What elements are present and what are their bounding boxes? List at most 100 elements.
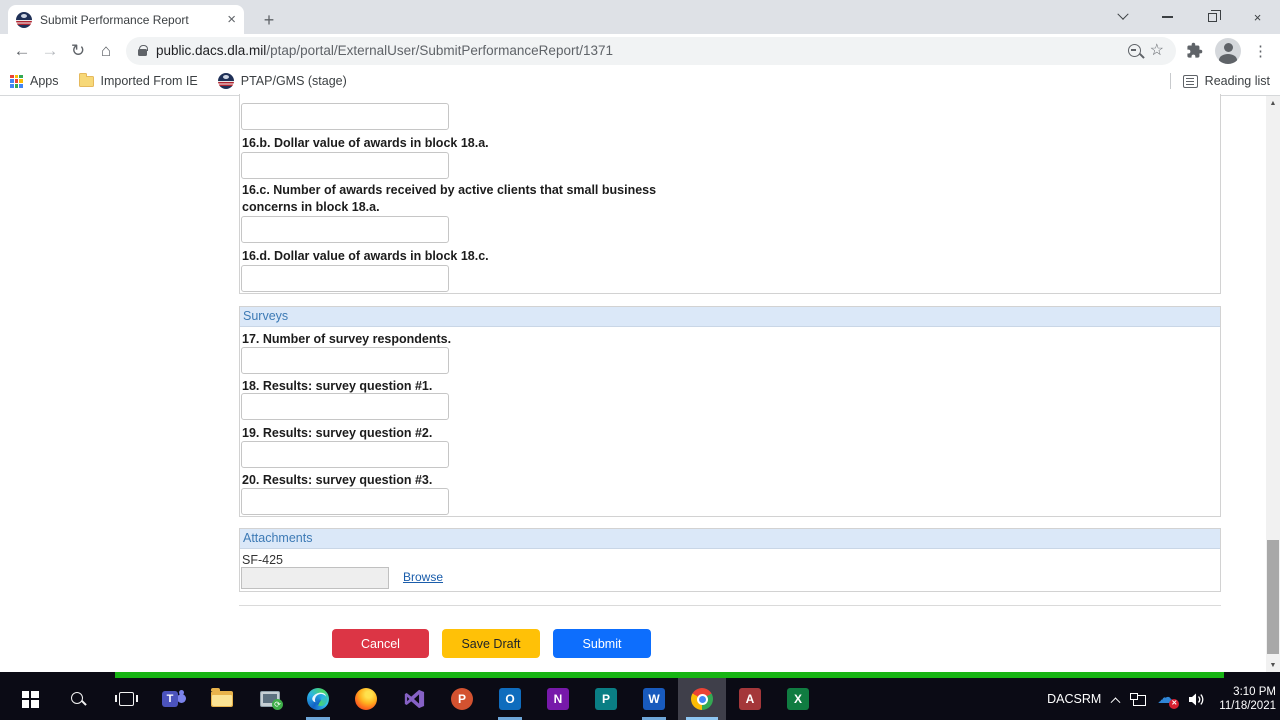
- browser-tab[interactable]: Submit Performance Report ×: [8, 5, 244, 34]
- publisher-icon: P: [595, 688, 617, 710]
- ptap-favicon-icon: [217, 73, 234, 89]
- tab-search-button[interactable]: [1100, 0, 1145, 34]
- tray-time: 3:10 PM: [1233, 686, 1276, 698]
- access-icon: A: [739, 688, 761, 710]
- tab-strip: Submit Performance Report × + ×: [0, 0, 1280, 34]
- chrome-icon: [691, 688, 713, 710]
- network-icon[interactable]: [1130, 692, 1147, 706]
- onenote-icon: N: [547, 688, 569, 710]
- task-view-button[interactable]: [102, 678, 150, 720]
- taskbar-publisher[interactable]: P: [582, 678, 630, 720]
- url-text[interactable]: public.dacs.dla.mil/ptap/portal/External…: [156, 43, 1119, 58]
- tray-app-label[interactable]: DACSRM: [1047, 692, 1101, 706]
- system-tray: DACSRM ☁ ✕ 3:10 PM 11/18/2021: [1047, 678, 1276, 720]
- url-domain: public.dacs.dla.mil: [156, 43, 267, 58]
- taskbar-outlook[interactable]: O: [486, 678, 534, 720]
- bookmark-apps-label: Apps: [30, 74, 59, 88]
- scroll-up-arrow[interactable]: ▲: [1266, 96, 1280, 110]
- surveys-section: Surveys 17. Number of survey respondents…: [239, 306, 1221, 517]
- edge-icon: [307, 688, 329, 710]
- attachments-section-header: Attachments: [240, 529, 1220, 549]
- awards-section: 16.b. Dollar value of awards in block 18…: [239, 94, 1221, 294]
- survey-q19-input[interactable]: [241, 441, 449, 468]
- bookmark-imported-folder[interactable]: Imported From IE: [78, 73, 198, 88]
- site-favicon-icon: [16, 11, 32, 28]
- scrollbar[interactable]: ▲ ▼: [1266, 96, 1280, 672]
- home-button[interactable]: ⌂: [92, 37, 120, 65]
- survey-q19-label: 19. Results: survey question #2.: [242, 426, 433, 440]
- taskbar-icons: T P O N P W A X: [6, 678, 822, 720]
- awards-field-c-label: 16.c. Number of awards received by activ…: [242, 183, 657, 214]
- survey-q20-label: 20. Results: survey question #3.: [242, 473, 433, 487]
- window-controls: ×: [1100, 0, 1280, 34]
- extensions-puzzle-icon[interactable]: [1186, 42, 1203, 59]
- teams-icon: T: [162, 689, 186, 709]
- chevron-down-icon: [1116, 8, 1129, 20]
- back-button[interactable]: ←: [8, 37, 36, 65]
- zoom-out-indicator-icon[interactable]: [1127, 44, 1141, 57]
- tab-close-icon[interactable]: ×: [227, 12, 236, 27]
- taskbar-teams[interactable]: T: [150, 678, 198, 720]
- taskbar-onenote[interactable]: N: [534, 678, 582, 720]
- bookmark-apps[interactable]: Apps: [10, 74, 59, 88]
- toolbar-right: ⋮: [1182, 37, 1272, 64]
- address-bar[interactable]: public.dacs.dla.mil/ptap/portal/External…: [126, 36, 1176, 65]
- awards-field-b-input[interactable]: [241, 152, 449, 179]
- section-divider: [239, 605, 1221, 606]
- tab-title: Submit Performance Report: [40, 12, 189, 27]
- bookmark-star-icon[interactable]: ☆: [1150, 42, 1164, 59]
- firefox-icon: [355, 688, 377, 710]
- excel-icon: X: [787, 688, 809, 710]
- file-explorer-icon: [211, 688, 233, 707]
- tray-clock[interactable]: 3:10 PM 11/18/2021: [1219, 685, 1276, 713]
- attachments-section: Attachments SF-425 Browse: [239, 528, 1221, 592]
- taskbar-access[interactable]: A: [726, 678, 774, 720]
- save-draft-button[interactable]: Save Draft: [442, 629, 540, 658]
- taskbar-visual-studio[interactable]: [390, 678, 438, 720]
- lock-icon[interactable]: [138, 44, 148, 56]
- tray-chevron-up-icon[interactable]: [1110, 696, 1121, 707]
- taskbar-chrome[interactable]: [678, 678, 726, 720]
- scrollbar-thumb[interactable]: [1267, 540, 1279, 654]
- forward-button[interactable]: →: [36, 37, 64, 65]
- page-viewport: 16.b. Dollar value of awards in block 18…: [0, 94, 1280, 672]
- taskbar-excel[interactable]: X: [774, 678, 822, 720]
- awards-field-b-label: 16.b. Dollar value of awards in block 18…: [242, 136, 489, 150]
- reload-button[interactable]: ↻: [64, 37, 92, 65]
- taskbar-word[interactable]: W: [630, 678, 678, 720]
- taskbar-powerpoint[interactable]: P: [438, 678, 486, 720]
- taskbar-edge[interactable]: [294, 678, 342, 720]
- submit-button[interactable]: Submit: [553, 629, 651, 658]
- search-icon: [70, 691, 86, 707]
- awards-field-a-input[interactable]: [241, 103, 449, 130]
- onedrive-error-icon[interactable]: ☁ ✕: [1157, 688, 1180, 709]
- restore-button[interactable]: [1190, 0, 1235, 34]
- minimize-button[interactable]: [1145, 0, 1190, 34]
- survey-q17-input[interactable]: [241, 347, 449, 374]
- taskbar-file-explorer[interactable]: [198, 678, 246, 720]
- survey-q18-input[interactable]: [241, 393, 449, 420]
- new-tab-button[interactable]: +: [256, 7, 282, 33]
- powerpoint-icon: P: [451, 688, 473, 710]
- browser-menu-icon[interactable]: ⋮: [1253, 42, 1268, 60]
- surveys-section-header: Surveys: [240, 307, 1220, 327]
- awards-field-c-input[interactable]: [241, 216, 449, 243]
- survey-q20-input[interactable]: [241, 488, 449, 515]
- scroll-down-arrow[interactable]: ▼: [1266, 658, 1280, 672]
- taskbar-firefox[interactable]: [342, 678, 390, 720]
- browse-link[interactable]: Browse: [403, 570, 443, 584]
- cancel-button[interactable]: Cancel: [332, 629, 429, 658]
- awards-field-d-input[interactable]: [241, 265, 449, 292]
- bookmark-ptap-label: PTAP/GMS (stage): [240, 74, 347, 88]
- restore-icon: [1208, 9, 1221, 22]
- windows-logo-icon: [21, 690, 39, 708]
- start-button[interactable]: [6, 678, 54, 720]
- taskbar-remote-desktop[interactable]: [246, 678, 294, 720]
- reading-list-button[interactable]: Reading list: [1182, 74, 1270, 88]
- bookmark-ptap[interactable]: PTAP/GMS (stage): [217, 73, 347, 89]
- sf425-file-input[interactable]: [241, 567, 389, 589]
- taskbar-search-button[interactable]: [54, 678, 102, 720]
- profile-avatar[interactable]: [1215, 37, 1241, 64]
- volume-icon[interactable]: [1188, 692, 1205, 707]
- close-button[interactable]: ×: [1235, 0, 1280, 34]
